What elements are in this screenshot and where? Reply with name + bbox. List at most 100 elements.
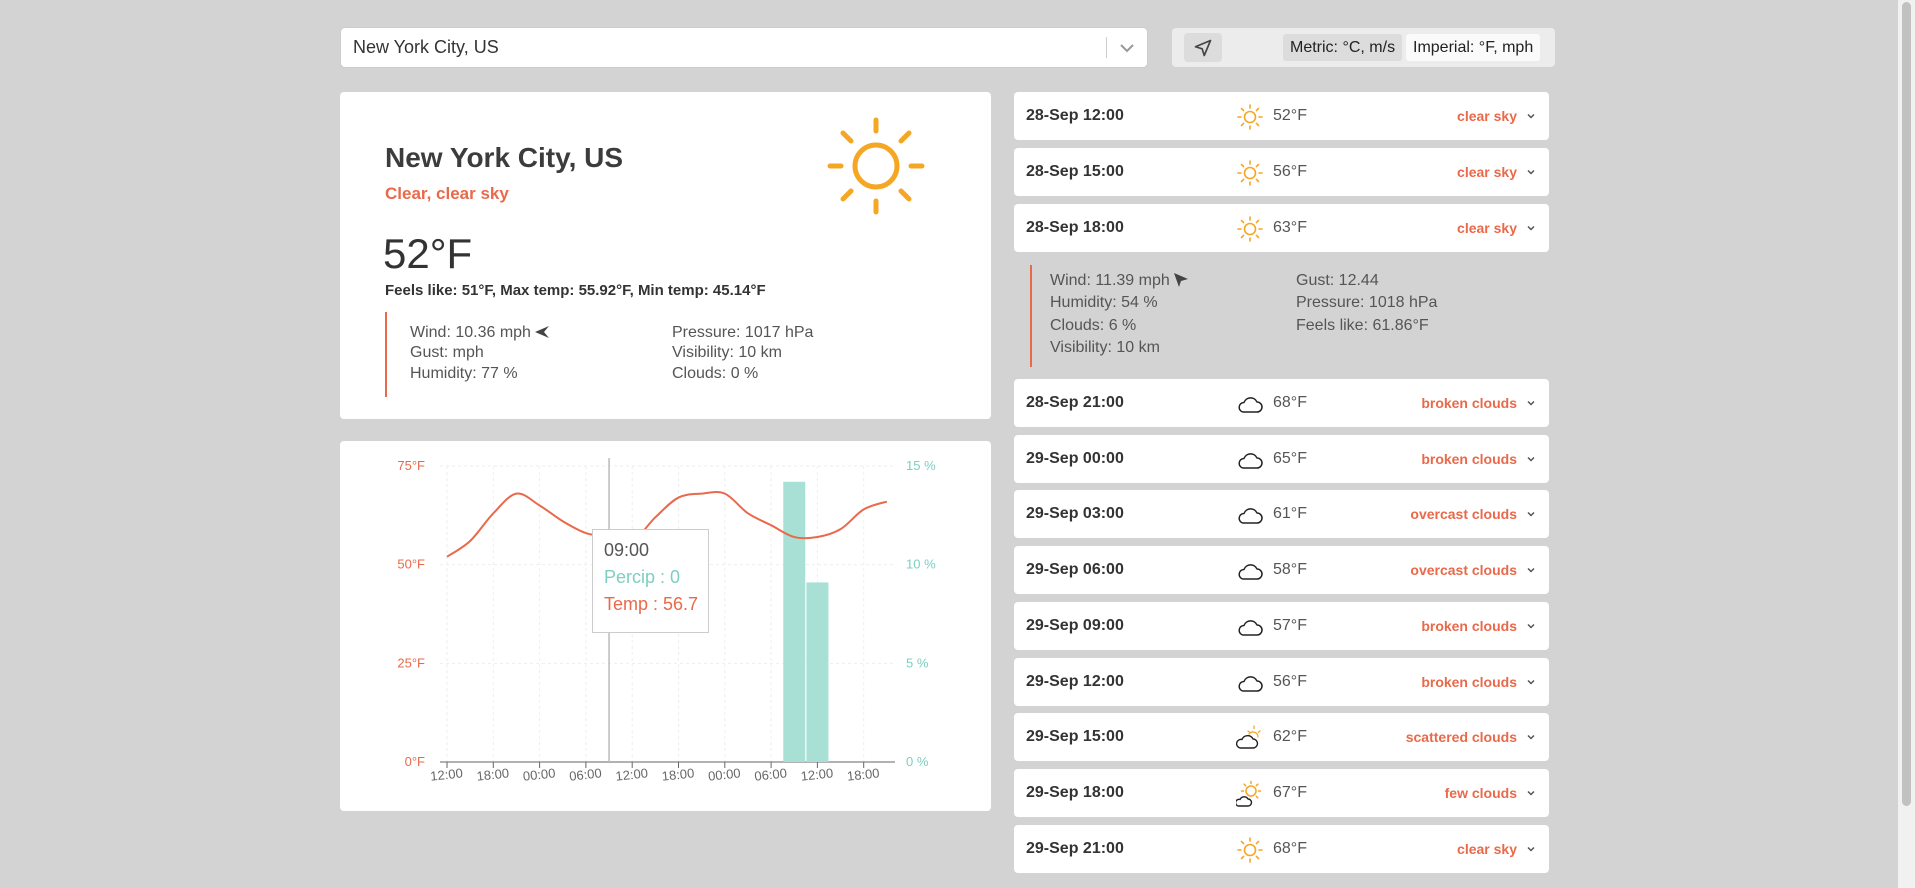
current-feels-like: Feels like: 51°F, Max temp: 55.92°F, Min… [385, 282, 766, 299]
cloud-sun-icon [1236, 725, 1261, 749]
forecast-description: overcast clouds [1410, 506, 1517, 522]
scrollbar-thumb[interactable] [1902, 2, 1911, 806]
wind-direction-icon [535, 326, 550, 338]
forecast-temp: 56°F [1273, 673, 1307, 690]
forecast-row[interactable]: 29-Sep 12:00 56°F broken clouds [1014, 658, 1549, 706]
y-left-tick-label: 25°F [397, 655, 425, 670]
chevron-down-icon[interactable] [1525, 731, 1537, 743]
forecast-row[interactable]: 29-Sep 03:00 61°F overcast clouds [1014, 490, 1549, 538]
chevron-down-icon[interactable] [1525, 676, 1537, 688]
forecast-row[interactable]: 28-Sep 15:00 56°F clear sky [1014, 148, 1549, 196]
precip-bar [783, 481, 806, 762]
wind-direction-icon [1174, 273, 1189, 287]
chevron-down-icon[interactable] [1525, 110, 1537, 122]
city-search-select[interactable] [340, 27, 1148, 68]
forecast-row[interactable]: 28-Sep 18:00 63°F clear sky [1014, 204, 1549, 252]
forecast-row[interactable]: 29-Sep 09:00 57°F broken clouds [1014, 602, 1549, 650]
forecast-temp: 65°F [1273, 450, 1307, 467]
cloud-icon [1238, 508, 1263, 524]
forecast-datetime: 29-Sep 00:00 [1026, 450, 1124, 467]
forecast-datetime: 29-Sep 03:00 [1026, 505, 1124, 522]
forecast-datetime: 28-Sep 18:00 [1026, 219, 1124, 236]
expanded-gust: Gust: 12.44 [1296, 272, 1379, 289]
forecast-datetime: 28-Sep 15:00 [1026, 163, 1124, 180]
forecast-row[interactable]: 29-Sep 06:00 58°F overcast clouds [1014, 546, 1549, 594]
forecast-row[interactable]: 28-Sep 12:00 52°F clear sky [1014, 92, 1549, 140]
chevron-down-icon[interactable] [1525, 222, 1537, 234]
imperial-button[interactable]: Imperial: °F, mph [1406, 34, 1541, 61]
forecast-row[interactable]: 29-Sep 21:00 68°F clear sky [1014, 825, 1549, 873]
forecast-description: clear sky [1457, 220, 1517, 236]
chevron-down-icon[interactable] [1525, 397, 1537, 409]
x-tick-label: 12:00 [800, 765, 834, 783]
x-tick-label: 06:00 [754, 765, 788, 783]
y-right-tick-label: 5 % [906, 655, 929, 670]
forecast-temp: 56°F [1273, 163, 1307, 180]
current-gust: Gust: mph [410, 344, 484, 361]
x-tick-label: 18:00 [846, 765, 880, 783]
forecast-temp: 68°F [1273, 840, 1307, 857]
forecast-temp: 57°F [1273, 617, 1307, 634]
y-right-tick-label: 10 % [906, 557, 936, 572]
forecast-datetime: 28-Sep 21:00 [1026, 394, 1124, 411]
forecast-row[interactable]: 29-Sep 15:00 62°F scattered clouds [1014, 713, 1549, 761]
page-scrollbar[interactable] [1898, 0, 1915, 888]
x-tick-label: 00:00 [707, 765, 741, 783]
chevron-down-icon[interactable] [1525, 166, 1537, 178]
select-separator [1106, 37, 1107, 58]
cloud-icon [1238, 620, 1263, 636]
forecast-row[interactable]: 28-Sep 21:00 68°F broken clouds [1014, 379, 1549, 427]
tooltip-time: 09:00 [604, 540, 650, 560]
y-left-tick-label: 75°F [397, 458, 425, 473]
tooltip-percip: Percip : 0 [604, 567, 681, 587]
forecast-expanded-details: Wind: 11.39 mph Humidity: 54 % Clouds: 6… [1030, 265, 1552, 367]
x-tick-label: 18:00 [476, 765, 510, 783]
chevron-down-icon[interactable] [1525, 453, 1537, 465]
current-description: Clear, clear sky [385, 184, 509, 203]
chevron-down-icon[interactable] [1525, 620, 1537, 632]
current-weather-card: New York City, US Clear, clear sky 52°F … [340, 92, 991, 419]
current-visibility: Visibility: 10 km [672, 344, 782, 361]
forecast-datetime: 29-Sep 21:00 [1026, 840, 1124, 857]
chevron-down-icon[interactable] [1525, 564, 1537, 576]
chevron-down-icon[interactable] [1117, 38, 1137, 58]
x-tick-label: 06:00 [568, 765, 602, 783]
forecast-description: clear sky [1457, 108, 1517, 124]
forecast-temp: 62°F [1273, 728, 1307, 745]
expanded-humidity: Humidity: 54 % [1050, 294, 1158, 311]
location-arrow-icon [1194, 39, 1212, 56]
unit-switcher: Metric: °C, m/s Imperial: °F, mph [1172, 28, 1555, 67]
cloud-icon [1238, 564, 1263, 580]
chevron-down-icon[interactable] [1525, 843, 1537, 855]
forecast-description: overcast clouds [1410, 562, 1517, 578]
expanded-clouds: Clouds: 6 % [1050, 317, 1137, 334]
chevron-down-icon[interactable] [1525, 787, 1537, 799]
forecast-description: broken clouds [1421, 451, 1517, 467]
forecast-row[interactable]: 29-Sep 00:00 65°F broken clouds [1014, 435, 1549, 483]
forecast-row[interactable]: 29-Sep 18:00 67°F few clouds [1014, 769, 1549, 817]
sun-cloud-icon [1236, 780, 1262, 807]
y-left-tick-label: 0°F [405, 754, 425, 769]
forecast-description: few clouds [1444, 785, 1517, 801]
forecast-temp: 67°F [1273, 784, 1307, 801]
y-right-tick-label: 0 % [906, 754, 929, 769]
chevron-down-icon[interactable] [1525, 508, 1537, 520]
forecast-datetime: 29-Sep 12:00 [1026, 673, 1124, 690]
current-clouds: Clouds: 0 % [672, 365, 759, 382]
forecast-temp: 68°F [1273, 394, 1307, 411]
cloud-icon [1238, 397, 1263, 413]
city-search-input[interactable] [353, 28, 1093, 67]
x-tick-label: 00:00 [522, 765, 556, 783]
location-button[interactable] [1184, 33, 1222, 62]
forecast-description: clear sky [1457, 164, 1517, 180]
x-tick-label: 12:00 [615, 765, 649, 783]
forecast-datetime: 28-Sep 12:00 [1026, 107, 1124, 124]
forecast-description: scattered clouds [1405, 729, 1517, 745]
current-pressure: Pressure: 1017 hPa [672, 324, 814, 341]
cloud-icon [1238, 453, 1263, 469]
current-wind: Wind: 10.36 mph [410, 324, 550, 342]
forecast-datetime: 29-Sep 09:00 [1026, 617, 1124, 634]
forecast-temp: 52°F [1273, 107, 1307, 124]
metric-button[interactable]: Metric: °C, m/s [1283, 34, 1403, 61]
forecast-temp: 58°F [1273, 561, 1307, 578]
